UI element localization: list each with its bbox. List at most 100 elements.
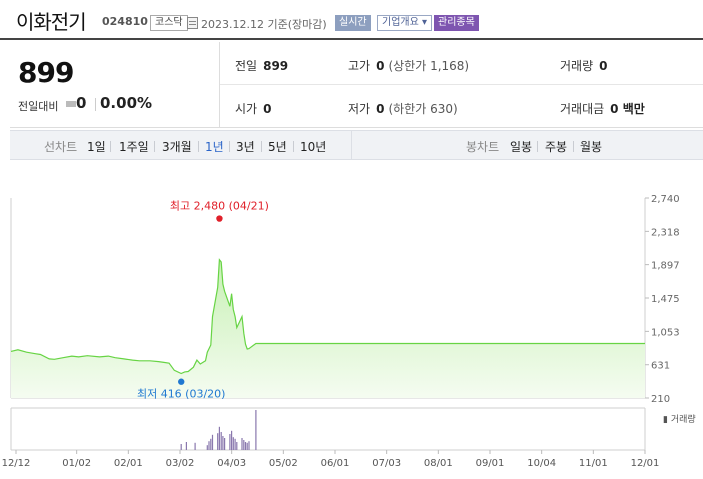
toolbar-separator [537,141,538,152]
stat-label: 거래대금 [560,102,605,116]
calendar-icon [187,17,198,29]
y-tick-label: 2,740 [651,194,680,205]
period-tab-1d[interactable]: 1일 [87,138,106,155]
volume-bar [231,430,233,450]
volume-bar [210,438,212,450]
period-tab-10y[interactable]: 10년 [300,138,326,155]
change-percent: 0.00% [100,94,153,112]
company-overview-label: 기업개요 [382,17,419,28]
realtime-button[interactable]: 실시간 [335,15,371,31]
stat-low: 저가 0 (하한가 630) [348,100,458,117]
low-marker [178,378,185,385]
period-tab-1w[interactable]: 1주일 [119,138,149,155]
volume-bar [255,410,257,450]
volume-bar [241,438,243,450]
period-tab-3y[interactable]: 3년 [236,138,255,155]
low-annotation: 최저 416 (03/20) [137,388,226,401]
x-tick-label: 05/02 [269,458,298,469]
x-tick-label: 12/12 [2,458,31,469]
x-tick-label: 12/01 [631,458,660,469]
volume-bar [246,442,248,450]
period-tab-5y[interactable]: 5년 [268,138,287,155]
x-tick-label: 09/01 [476,458,505,469]
stock-name: 이화전기 [16,10,87,34]
change-value: 0 [76,94,87,112]
candle-tab-monthly[interactable]: 월봉 [580,138,602,155]
high-marker [216,215,223,222]
volume-bar [232,437,234,450]
stat-label: 고가 [348,59,371,73]
stats-row: 시가 0 저가 0 (하한가 630) 거래대금 0 백만 [220,85,703,128]
toolbar-separator [154,141,155,152]
date-text: 2023.12.12 기준(장마감) [201,18,327,31]
candle-chart-label: 봉차트 [466,140,500,154]
volume-bar [194,442,196,450]
y-tick-label: 210 [651,394,670,405]
current-price: 899 [18,56,74,89]
toolbar-divider [351,131,352,159]
volume-legend: ▮ 거래량 [663,415,696,425]
period-tab-3m[interactable]: 3개월 [162,138,192,155]
quote-info: 899 전일대비 0 0.00% 전일 899 고가 0 (상한가 1,168) 거래… [10,42,703,128]
volume-bar [234,438,236,450]
stat-high: 고가 0 (상한가 1,168) [348,57,469,74]
stat-label: 전일 [235,59,258,73]
stock-header: 이화전기 024810 코스닥 2023.12.12 기준(장마감) 실시간 기… [0,0,703,40]
volume-bar [180,444,182,450]
toolbar-separator [229,141,230,152]
volume-legend-label: 거래량 [670,415,696,425]
stat-value: 0 [263,102,272,116]
volume-bar [208,441,210,450]
stat-value: 899 [263,59,289,73]
volume-bar [206,445,208,450]
stat-label: 저가 [348,102,371,116]
stats-row: 전일 899 고가 0 (상한가 1,168) 거래량 0 [220,42,703,85]
high-annotation: 최고 2,480 (04/21) [170,200,269,213]
toolbar-separator [293,141,294,152]
no-change-icon [66,101,76,107]
y-tick-label: 1,475 [651,294,680,305]
change-label: 전일대비 [18,100,59,113]
company-overview-button[interactable]: 기업개요 ▾ [377,15,433,31]
x-tick-label: 07/03 [372,458,401,469]
candle-tab-weekly[interactable]: 주봉 [545,138,567,155]
stat-prev-close: 전일 899 [235,57,288,74]
x-tick-label: 02/01 [114,458,143,469]
y-tick-label: 631 [651,361,670,372]
x-tick-label: 11/01 [579,458,608,469]
toolbar-separator [110,141,111,152]
period-tab-1y[interactable]: 1년 [205,138,224,155]
market-badge: 코스닥 [150,15,188,31]
volume-bar [211,434,214,450]
x-tick-label: 01/02 [62,458,91,469]
volume-bar [243,440,245,450]
volume-bar [222,436,224,450]
price-box: 899 전일대비 0 0.00% [10,42,220,128]
volume-bar [224,438,226,450]
price-area [11,259,645,398]
toolbar-separator [573,141,574,152]
toolbar-separator [198,141,199,152]
y-tick-label: 1,897 [651,261,680,272]
chart-toolbar: 선차트 1일 1주일 3개월 1년 3년 5년 10년 봉차트 일봉 주봉 월봉 [10,130,703,160]
stat-value: 0 [376,59,385,73]
volume-bar [244,442,247,450]
volume-bar [218,426,220,450]
stat-lower-limit: (하한가 630) [388,102,458,116]
y-tick-label: 2,318 [651,227,680,238]
managed-stock-badge: 관리종목 [434,15,479,31]
volume-bar [248,441,250,450]
volume-bar [220,432,222,450]
stat-amount: 거래대금 0 백만 [560,100,645,117]
x-tick-label: 04/03 [217,458,246,469]
stat-label: 거래량 [560,59,594,73]
change-separator [95,98,96,111]
x-tick-label: 08/01 [424,458,453,469]
stock-code: 024810 [102,15,148,28]
stat-value: 0 백만 [610,102,645,116]
candle-tab-daily[interactable]: 일봉 [510,138,532,155]
x-tick-label: 03/02 [166,458,195,469]
chevron-down-icon: ▾ [422,17,428,28]
stat-label: 시가 [235,102,258,116]
volume-bar [229,434,231,450]
